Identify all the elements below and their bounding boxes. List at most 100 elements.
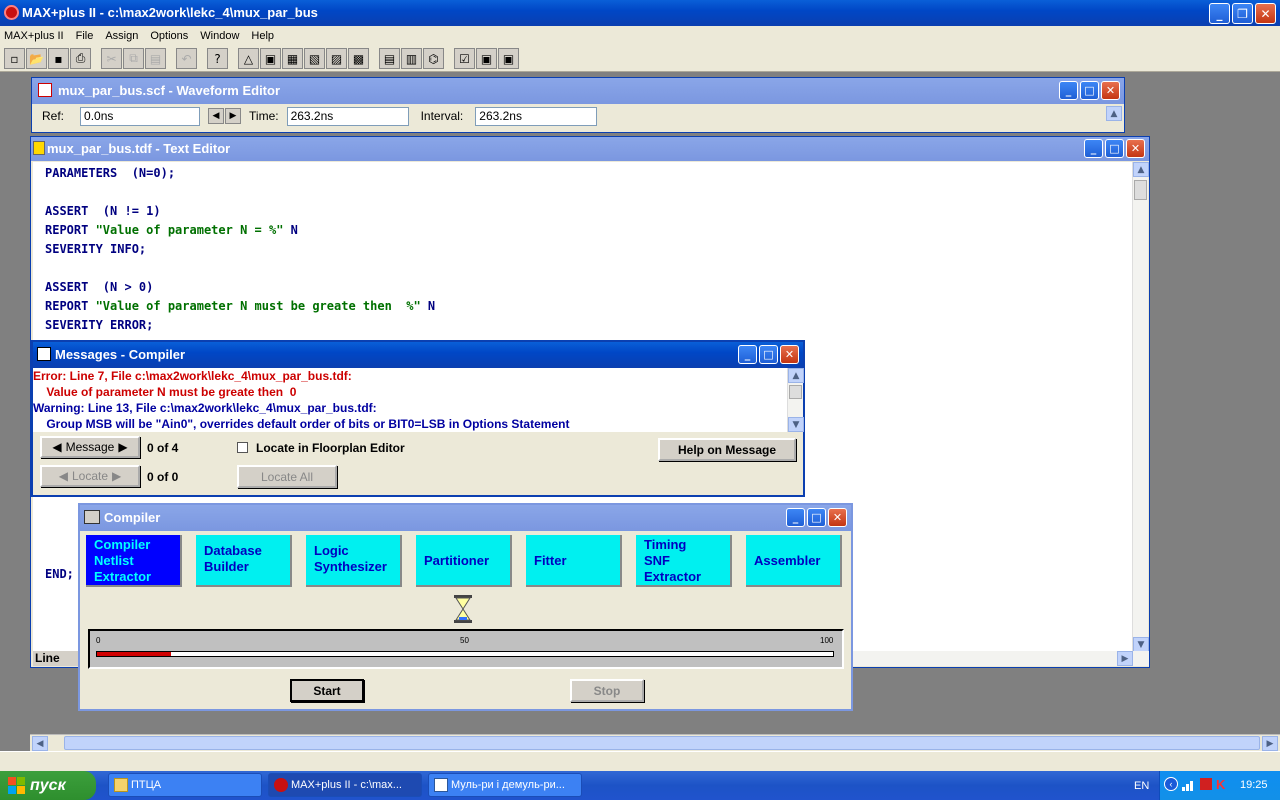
ref-prev-icon[interactable]: ◀ — [208, 108, 225, 124]
timing-icon[interactable]: ▩ — [348, 48, 369, 69]
compiler-window: Compiler _ □ ✕ Compiler Netlist Extractor D… — [78, 503, 853, 711]
save-icon[interactable]: ▪ — [48, 48, 69, 69]
messages-scrollbar[interactable]: ▲ ▼ — [787, 368, 804, 432]
restore-button[interactable]: ❐ — [1232, 3, 1253, 24]
hierarchy-display-icon[interactable]: ⌬ — [423, 48, 444, 69]
waveform-scroll-up-icon[interactable]: ▲ — [1106, 106, 1122, 121]
signal-icon[interactable] — [1182, 779, 1196, 791]
hourglass-icon — [454, 595, 472, 623]
stop-button[interactable]: Stop — [570, 679, 644, 702]
word-document-icon — [434, 778, 448, 792]
project-save-compile-icon[interactable]: ▥ — [401, 48, 422, 69]
text-maximize-button[interactable]: □ — [1105, 139, 1124, 158]
text-minimize-button[interactable]: _ — [1084, 139, 1103, 158]
menu-file[interactable]: File — [76, 30, 94, 42]
copy-icon[interactable]: ⧉ — [123, 48, 144, 69]
compiler-maximize-button[interactable]: □ — [807, 508, 826, 527]
status-bar — [0, 751, 1280, 771]
floorplan-icon[interactable]: ▦ — [282, 48, 303, 69]
messages-scroll-down-icon[interactable]: ▼ — [788, 417, 804, 432]
waveform-maximize-button[interactable]: □ — [1080, 81, 1099, 100]
scroll-thumb[interactable] — [1134, 180, 1147, 200]
messages-title: Messages - Compiler — [55, 347, 186, 362]
compiler-module: Assembler — [746, 535, 842, 587]
text-vertical-scrollbar[interactable]: ▲ ▼ — [1132, 162, 1149, 652]
message-list[interactable]: Error: Line 7, File c:\max2work\lekc_4\m… — [33, 368, 804, 432]
waveform-minimize-button[interactable]: _ — [1059, 81, 1078, 100]
paste-icon[interactable]: ▤ — [145, 48, 166, 69]
code-line: ASSERT (N > 0) — [45, 280, 154, 294]
menu-help[interactable]: Help — [251, 30, 274, 42]
language-indicator[interactable]: EN — [1134, 780, 1149, 792]
code-line: REPORT "Value of parameter N = %" N — [45, 223, 298, 237]
help-on-message-button[interactable]: Help on Message — [658, 438, 796, 461]
compiler-minimize-button[interactable]: _ — [786, 508, 805, 527]
device-icon[interactable]: ▣ — [498, 48, 519, 69]
compiler-close-button[interactable]: ✕ — [828, 508, 847, 527]
menu-options[interactable]: Options — [150, 30, 188, 42]
message-nav-button[interactable]: ◀ Message ▶ — [40, 436, 140, 458]
locate-floorplan-checkbox[interactable] — [237, 442, 248, 453]
messages-title-bar: Messages - Compiler _ □ ✕ — [33, 342, 803, 368]
message-item[interactable]: Warning: Line 13, File c:\max2work\lekc_… — [33, 400, 803, 416]
menu-maxplus[interactable]: MAX+plus II — [4, 30, 64, 42]
interval-label: Interval: — [420, 109, 464, 123]
context-help-icon[interactable]: ? — [207, 48, 228, 69]
scroll-up-icon[interactable]: ▲ — [1133, 162, 1149, 177]
ref-field[interactable]: 0.0ns — [80, 106, 201, 126]
messages-maximize-button[interactable]: □ — [759, 345, 778, 364]
progress-fill — [97, 652, 171, 656]
compiler-module: Partitioner — [416, 535, 512, 587]
open-design-icon[interactable]: ▣ — [260, 48, 281, 69]
compiler-title-bar: Compiler _ □ ✕ — [80, 505, 851, 531]
menu-assign[interactable]: Assign — [105, 30, 138, 42]
scroll-right-icon[interactable]: ▶ — [1117, 651, 1133, 666]
project-save-check-icon[interactable]: ▤ — [379, 48, 400, 69]
mdi-horizontal-scrollbar[interactable]: ◀ ▶ — [30, 734, 1280, 751]
locate-count: 0 of 0 — [147, 470, 179, 484]
waveform-close-button[interactable]: ✕ — [1101, 81, 1120, 100]
message-item[interactable]: Value of parameter N must be greate then… — [33, 384, 803, 400]
tray-arrow-icon[interactable]: ‹ — [1164, 777, 1178, 791]
open-folder-icon[interactable]: 📂 — [26, 48, 47, 69]
mdi-scroll-thumb[interactable] — [64, 736, 1260, 750]
start-button[interactable]: Start — [290, 679, 364, 702]
scroll-down-icon[interactable]: ▼ — [1133, 637, 1149, 652]
mdi-scroll-right-icon[interactable]: ▶ — [1262, 736, 1278, 751]
message-item[interactable]: Group MSB will be "Ain0", overrides defa… — [33, 416, 803, 432]
minimize-button[interactable]: _ — [1209, 3, 1230, 24]
ref-label: Ref: — [42, 109, 65, 123]
main-window-title: MAX+plus II - c:\max2work\lekc_4\mux_par… — [22, 5, 318, 20]
waveform-icon — [38, 83, 52, 97]
close-button[interactable]: ✕ — [1255, 3, 1276, 24]
messages-scroll-thumb[interactable] — [789, 385, 802, 399]
undo-icon[interactable]: ↶ — [176, 48, 197, 69]
print-icon[interactable]: ⎙ — [70, 48, 91, 69]
messages-scroll-up-icon[interactable]: ▲ — [788, 368, 804, 383]
new-file-icon[interactable]: ▫ — [4, 48, 25, 69]
programmer-icon[interactable]: ▣ — [476, 48, 497, 69]
messages-close-button[interactable]: ✕ — [780, 345, 799, 364]
simulate-icon[interactable]: ▨ — [326, 48, 347, 69]
locate-nav-button[interactable]: ◀ Locate ▶ — [40, 465, 140, 487]
cut-icon[interactable]: ✂ — [101, 48, 122, 69]
message-item[interactable]: Error: Line 7, File c:\max2work\lekc_4\m… — [33, 368, 803, 384]
messages-minimize-button[interactable]: _ — [738, 345, 757, 364]
hierarchy-up-icon[interactable]: △ — [238, 48, 259, 69]
compile-icon[interactable]: ▧ — [304, 48, 325, 69]
locate-all-button[interactable]: Locate All — [237, 465, 337, 488]
ref-next-icon[interactable]: ▶ — [225, 108, 242, 124]
text-close-button[interactable]: ✕ — [1126, 139, 1145, 158]
start-button-taskbar[interactable]: пуск — [0, 771, 96, 800]
compiler-module: Fitter — [526, 535, 622, 587]
compiler-title: Compiler — [104, 510, 161, 525]
menu-window[interactable]: Window — [200, 30, 239, 42]
taskbar-item-word[interactable]: Муль-ри і демуль-ри... — [428, 773, 582, 797]
network-icon[interactable] — [1200, 778, 1212, 790]
antivirus-icon[interactable]: K — [1216, 777, 1225, 792]
mdi-scroll-left-icon[interactable]: ◀ — [32, 736, 48, 751]
taskbar-item-maxplus[interactable]: MAX+plus II - c:\max... — [268, 773, 422, 797]
taskbar-item-folder[interactable]: ПТЦА — [108, 773, 262, 797]
check-icon[interactable]: ☑ — [454, 48, 475, 69]
